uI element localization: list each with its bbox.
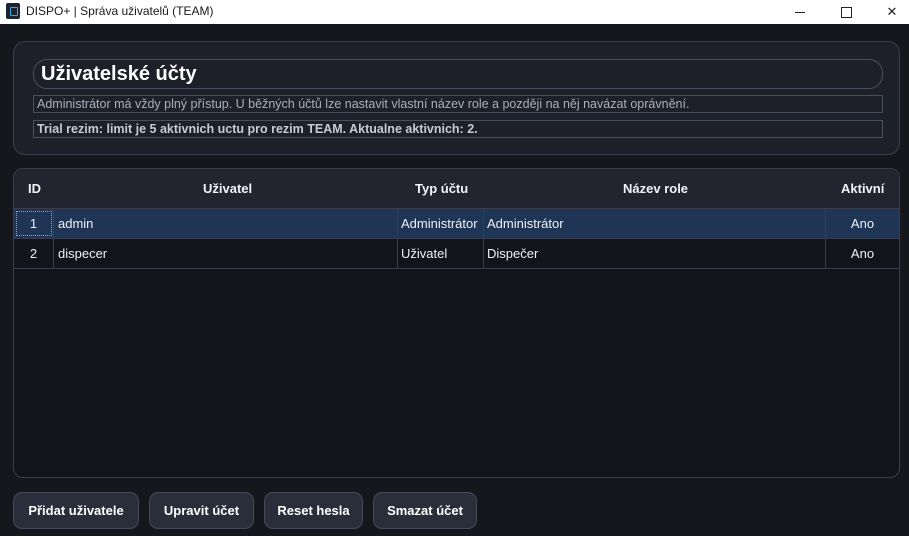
table-header: ID Uživatel Typ účtu Název role Aktivní	[14, 169, 899, 209]
users-table[interactable]: ID Uživatel Typ účtu Název role Aktivní …	[13, 168, 900, 478]
main-area: Uživatelské účty Administrátor má vždy p…	[0, 24, 909, 536]
cell-id[interactable]: 1	[14, 209, 54, 238]
app-icon	[6, 3, 20, 19]
delete-account-button[interactable]: Smazat účet	[373, 492, 477, 529]
cell-type[interactable]: Uživatel	[398, 239, 484, 268]
trial-status: Trial rezim: limit je 5 aktivnich uctu p…	[33, 120, 883, 138]
header-card: Uživatelské účty Administrátor má vždy p…	[13, 41, 900, 155]
page-title: Uživatelské účty	[33, 59, 883, 89]
cell-id[interactable]: 2	[14, 239, 54, 268]
cell-role[interactable]: Dispečer	[484, 239, 826, 268]
table-row[interactable]: 1 admin Administrátor Administrátor Ano	[14, 209, 899, 239]
cell-user[interactable]: admin	[54, 209, 398, 238]
close-icon[interactable]: ✕	[869, 0, 909, 24]
cell-user[interactable]: dispecer	[54, 239, 398, 268]
title-bar: DISPO+ | Správa uživatelů (TEAM) ✕	[0, 0, 909, 24]
edit-account-button[interactable]: Upravit účet	[149, 492, 254, 529]
column-header-role[interactable]: Název role	[623, 169, 688, 209]
info-text: Administrátor má vždy plný přístup. U bě…	[33, 95, 883, 113]
column-header-user[interactable]: Uživatel	[203, 169, 252, 209]
window-title: DISPO+ | Správa uživatelů (TEAM)	[26, 4, 214, 18]
table-row[interactable]: 2 dispecer Uživatel Dispečer Ano	[14, 239, 899, 269]
column-header-active[interactable]: Aktivní	[841, 169, 884, 209]
minimize-icon[interactable]	[777, 0, 823, 24]
reset-password-button[interactable]: Reset hesla	[264, 492, 363, 529]
cell-role[interactable]: Administrátor	[484, 209, 826, 238]
cell-type[interactable]: Administrátor	[398, 209, 484, 238]
maximize-icon[interactable]	[823, 0, 869, 24]
column-header-id[interactable]: ID	[28, 169, 41, 209]
cell-active[interactable]: Ano	[826, 209, 899, 238]
add-user-button[interactable]: Přidat uživatele	[13, 492, 139, 529]
cell-active[interactable]: Ano	[826, 239, 899, 268]
column-header-type[interactable]: Typ účtu	[415, 169, 468, 209]
